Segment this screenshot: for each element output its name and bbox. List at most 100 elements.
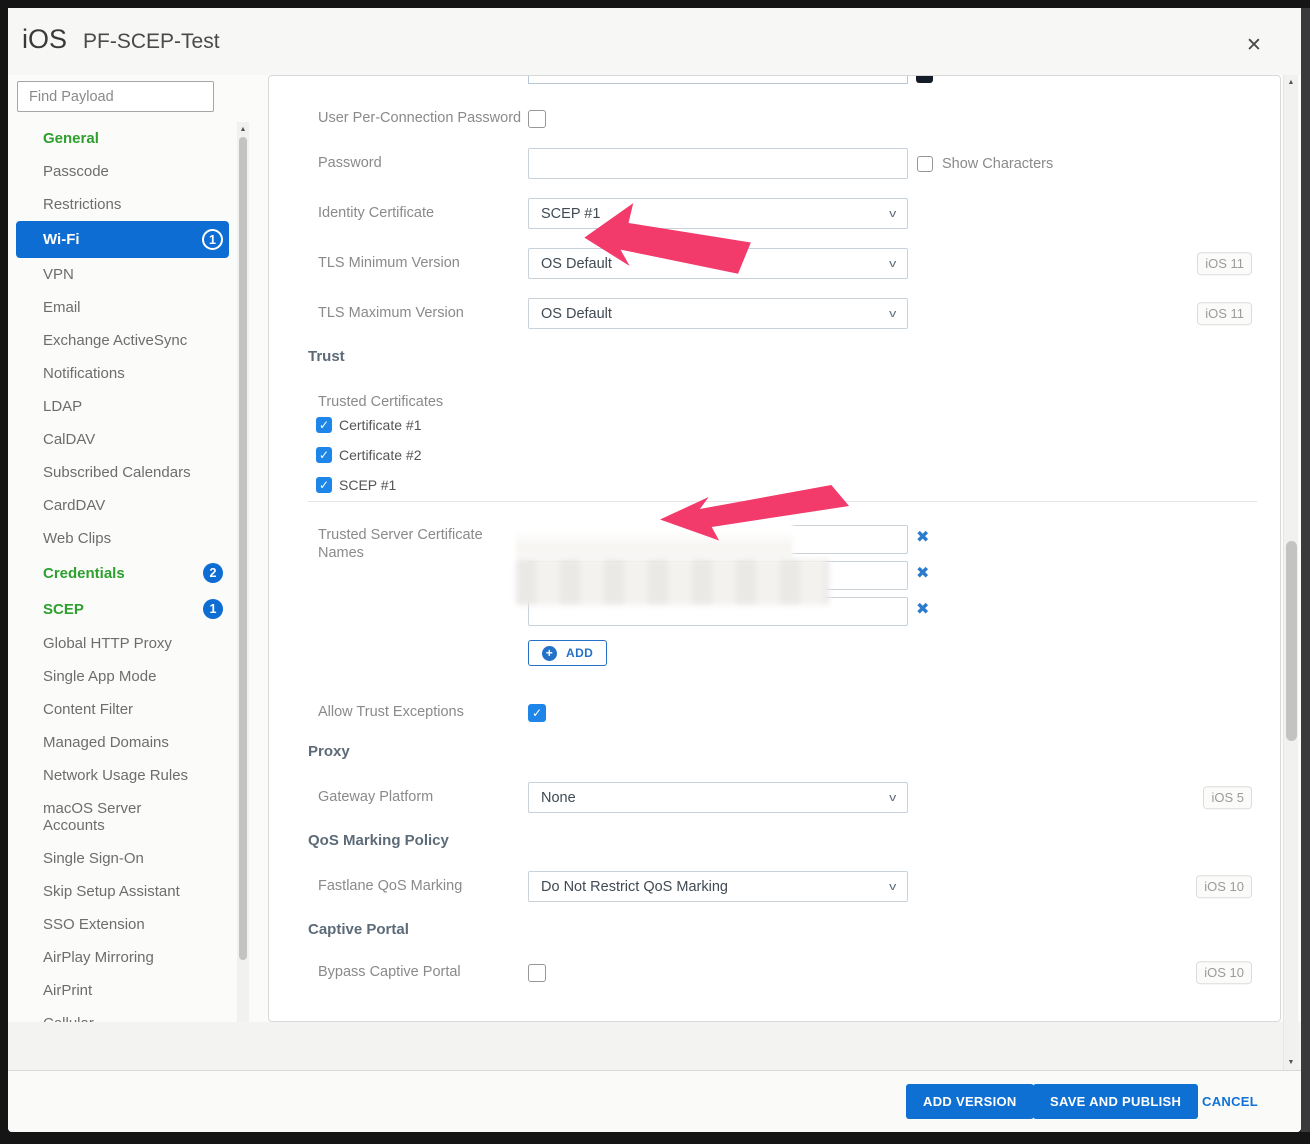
qos-section-heading: QoS Marking Policy: [308, 832, 449, 849]
os-version-badge: iOS 11: [1197, 302, 1252, 326]
check-icon: ✓: [319, 419, 329, 431]
sidebar-item-label: Content Filter: [43, 701, 133, 718]
trusted-certificate-checkbox[interactable]: ✓: [316, 477, 332, 493]
user-per-connection-password-checkbox[interactable]: ✓: [528, 110, 546, 128]
fastlane-qos-marking-select[interactable]: Do Not Restrict QoS Marking v: [528, 871, 908, 902]
selected-value: Do Not Restrict QoS Marking: [541, 879, 728, 895]
sidebar-item-email[interactable]: Email: [16, 291, 229, 324]
sidebar-item-skip-setup-assistant[interactable]: Skip Setup Assistant: [16, 875, 229, 908]
payload-count-badge: 1: [203, 599, 223, 619]
field-label: Bypass Captive Portal: [318, 957, 523, 988]
scroll-down-icon[interactable]: ▼: [1284, 1059, 1298, 1066]
show-characters-checkbox[interactable]: ✓: [917, 156, 933, 172]
chevron-down-icon: v: [889, 258, 896, 270]
sidebar-item-label: Single App Mode: [43, 668, 156, 685]
form-scrollbar-thumb[interactable]: [1286, 541, 1297, 741]
profile-editor-screenshot: iOS PF-SCEP-Test ✕ GeneralPasscode Restri…: [0, 0, 1310, 1144]
sidebar-item-web-clips[interactable]: Web Clips: [16, 522, 229, 555]
sidebar-item-carddav[interactable]: CardDAV: [16, 489, 229, 522]
add-certificate-name-button[interactable]: + ADD: [528, 640, 607, 666]
platform-label: iOS: [22, 24, 67, 55]
delete-icon[interactable]: ✖: [916, 602, 929, 618]
cutoff-checkbox[interactable]: [916, 76, 933, 83]
os-version-badge: iOS 11: [1197, 252, 1252, 276]
sidebar-item-credentials[interactable]: Credentials2: [16, 555, 229, 591]
sidebar-item-macos-server-accounts[interactable]: macOS Server Accounts: [16, 792, 229, 842]
cancel-button[interactable]: CANCEL: [1202, 1084, 1258, 1119]
sidebar-item-label: VPN: [43, 266, 74, 283]
selected-value: OS Default: [541, 256, 612, 272]
identity-certificate-select[interactable]: SCEP #1 v: [528, 198, 908, 229]
sidebar-item-network-usage-rules[interactable]: Network Usage Rules: [16, 759, 229, 792]
check-icon: ✓: [319, 479, 329, 491]
trust-section-heading: Trust: [308, 348, 345, 365]
scroll-up-icon[interactable]: ▲: [1284, 79, 1298, 86]
sidebar-item-label: LDAP: [43, 398, 82, 415]
profile-editor-dialog: iOS PF-SCEP-Test ✕ GeneralPasscode Restri…: [8, 8, 1301, 1132]
gateway-platform-select[interactable]: None v: [528, 782, 908, 813]
sidebar-item-exchange-activesync[interactable]: Exchange ActiveSync: [16, 324, 229, 357]
trusted-certificate-option: ✓SCEP #1: [316, 476, 396, 494]
dialog-title: iOS PF-SCEP-Test: [22, 24, 220, 55]
sidebar-item-label: SSO Extension: [43, 916, 145, 933]
find-payload-input[interactable]: [17, 81, 214, 112]
sidebar-item-subscribed-calendars[interactable]: Subscribed Calendars: [16, 456, 229, 489]
bypass-captive-portal-checkbox[interactable]: ✓: [528, 964, 546, 982]
sidebar-item-label: AirPrint: [43, 982, 92, 999]
sidebar-item-content-filter[interactable]: Content Filter: [16, 693, 229, 726]
delete-icon[interactable]: ✖: [916, 566, 929, 582]
redaction-blur: [516, 559, 829, 605]
sidebar-item-general[interactable]: General: [16, 122, 229, 155]
trusted-server-certificate-names-label: Trusted Server Certificate Names: [318, 526, 496, 562]
sidebar-item-passcode[interactable]: Passcode: [16, 155, 229, 188]
sidebar-item-sso-extension[interactable]: SSO Extension: [16, 908, 229, 941]
trusted-certificate-checkbox[interactable]: ✓: [316, 417, 332, 433]
sidebar-item-label: Notifications: [43, 365, 125, 382]
section-divider: [308, 501, 1257, 502]
sidebar-item-managed-domains[interactable]: Managed Domains: [16, 726, 229, 759]
sidebar-item-single-app-mode[interactable]: Single App Mode: [16, 660, 229, 693]
close-button[interactable]: ✕: [1240, 32, 1268, 60]
trusted-certificate-option: ✓Certificate #2: [316, 446, 421, 464]
sidebar-scrollbar-thumb[interactable]: [239, 137, 247, 960]
sidebar-item-wi-fi[interactable]: Wi-Fi1: [16, 221, 229, 258]
payload-count-badge: 2: [203, 563, 223, 583]
sidebar-item-single-sign-on[interactable]: Single Sign-On: [16, 842, 229, 875]
card-footer-gap: [8, 1022, 1301, 1070]
password-input[interactable]: [528, 148, 908, 179]
field-label: Fastlane QoS Marking: [318, 871, 523, 902]
sidebar-scrollbar[interactable]: ▲ ▼: [237, 122, 249, 1070]
form-scrollbar[interactable]: ▲ ▼: [1283, 75, 1298, 1070]
sidebar-item-label: Wi-Fi: [43, 231, 80, 248]
sidebar-item-global-http-proxy[interactable]: Global HTTP Proxy: [16, 627, 229, 660]
sidebar-item-scep[interactable]: SCEP1: [16, 591, 229, 627]
delete-icon[interactable]: ✖: [916, 530, 929, 546]
sidebar-item-notifications[interactable]: Notifications: [16, 357, 229, 390]
tls-minimum-version-row: TLS Minimum Version OS Default v iOS 11: [269, 248, 1280, 279]
check-icon: ✓: [319, 449, 329, 461]
sidebar-item-label: Network Usage Rules: [43, 767, 188, 784]
sidebar-item-airplay-mirroring[interactable]: AirPlay Mirroring: [16, 941, 229, 974]
tls-minimum-version-select[interactable]: OS Default v: [528, 248, 908, 279]
save-and-publish-button[interactable]: SAVE AND PUBLISH: [1033, 1084, 1198, 1119]
add-version-button[interactable]: ADD VERSION: [906, 1084, 1034, 1119]
trusted-certificate-checkbox[interactable]: ✓: [316, 447, 332, 463]
sidebar-item-caldav[interactable]: CalDAV: [16, 423, 229, 456]
sidebar-item-airprint[interactable]: AirPrint: [16, 974, 229, 1007]
cutoff-input[interactable]: [528, 76, 908, 84]
sidebar-item-label: Web Clips: [43, 530, 111, 547]
sidebar-item-vpn[interactable]: VPN: [16, 258, 229, 291]
sidebar-item-label: macOS Server Accounts: [43, 800, 191, 834]
allow-trust-exceptions-checkbox[interactable]: ✓: [528, 704, 546, 722]
proxy-section-heading: Proxy: [308, 743, 350, 760]
tls-maximum-version-select[interactable]: OS Default v: [528, 298, 908, 329]
scroll-up-icon[interactable]: ▲: [237, 126, 249, 133]
chevron-down-icon: v: [889, 881, 896, 893]
show-characters-label: Show Characters: [942, 156, 1053, 172]
sidebar-item-label: CalDAV: [43, 431, 95, 448]
sidebar-item-label: Restrictions: [43, 196, 121, 213]
sidebar-item-restrictions[interactable]: Restrictions: [16, 188, 229, 221]
captive-portal-section-heading: Captive Portal: [308, 921, 409, 938]
sidebar-item-label: AirPlay Mirroring: [43, 949, 154, 966]
sidebar-item-ldap[interactable]: LDAP: [16, 390, 229, 423]
